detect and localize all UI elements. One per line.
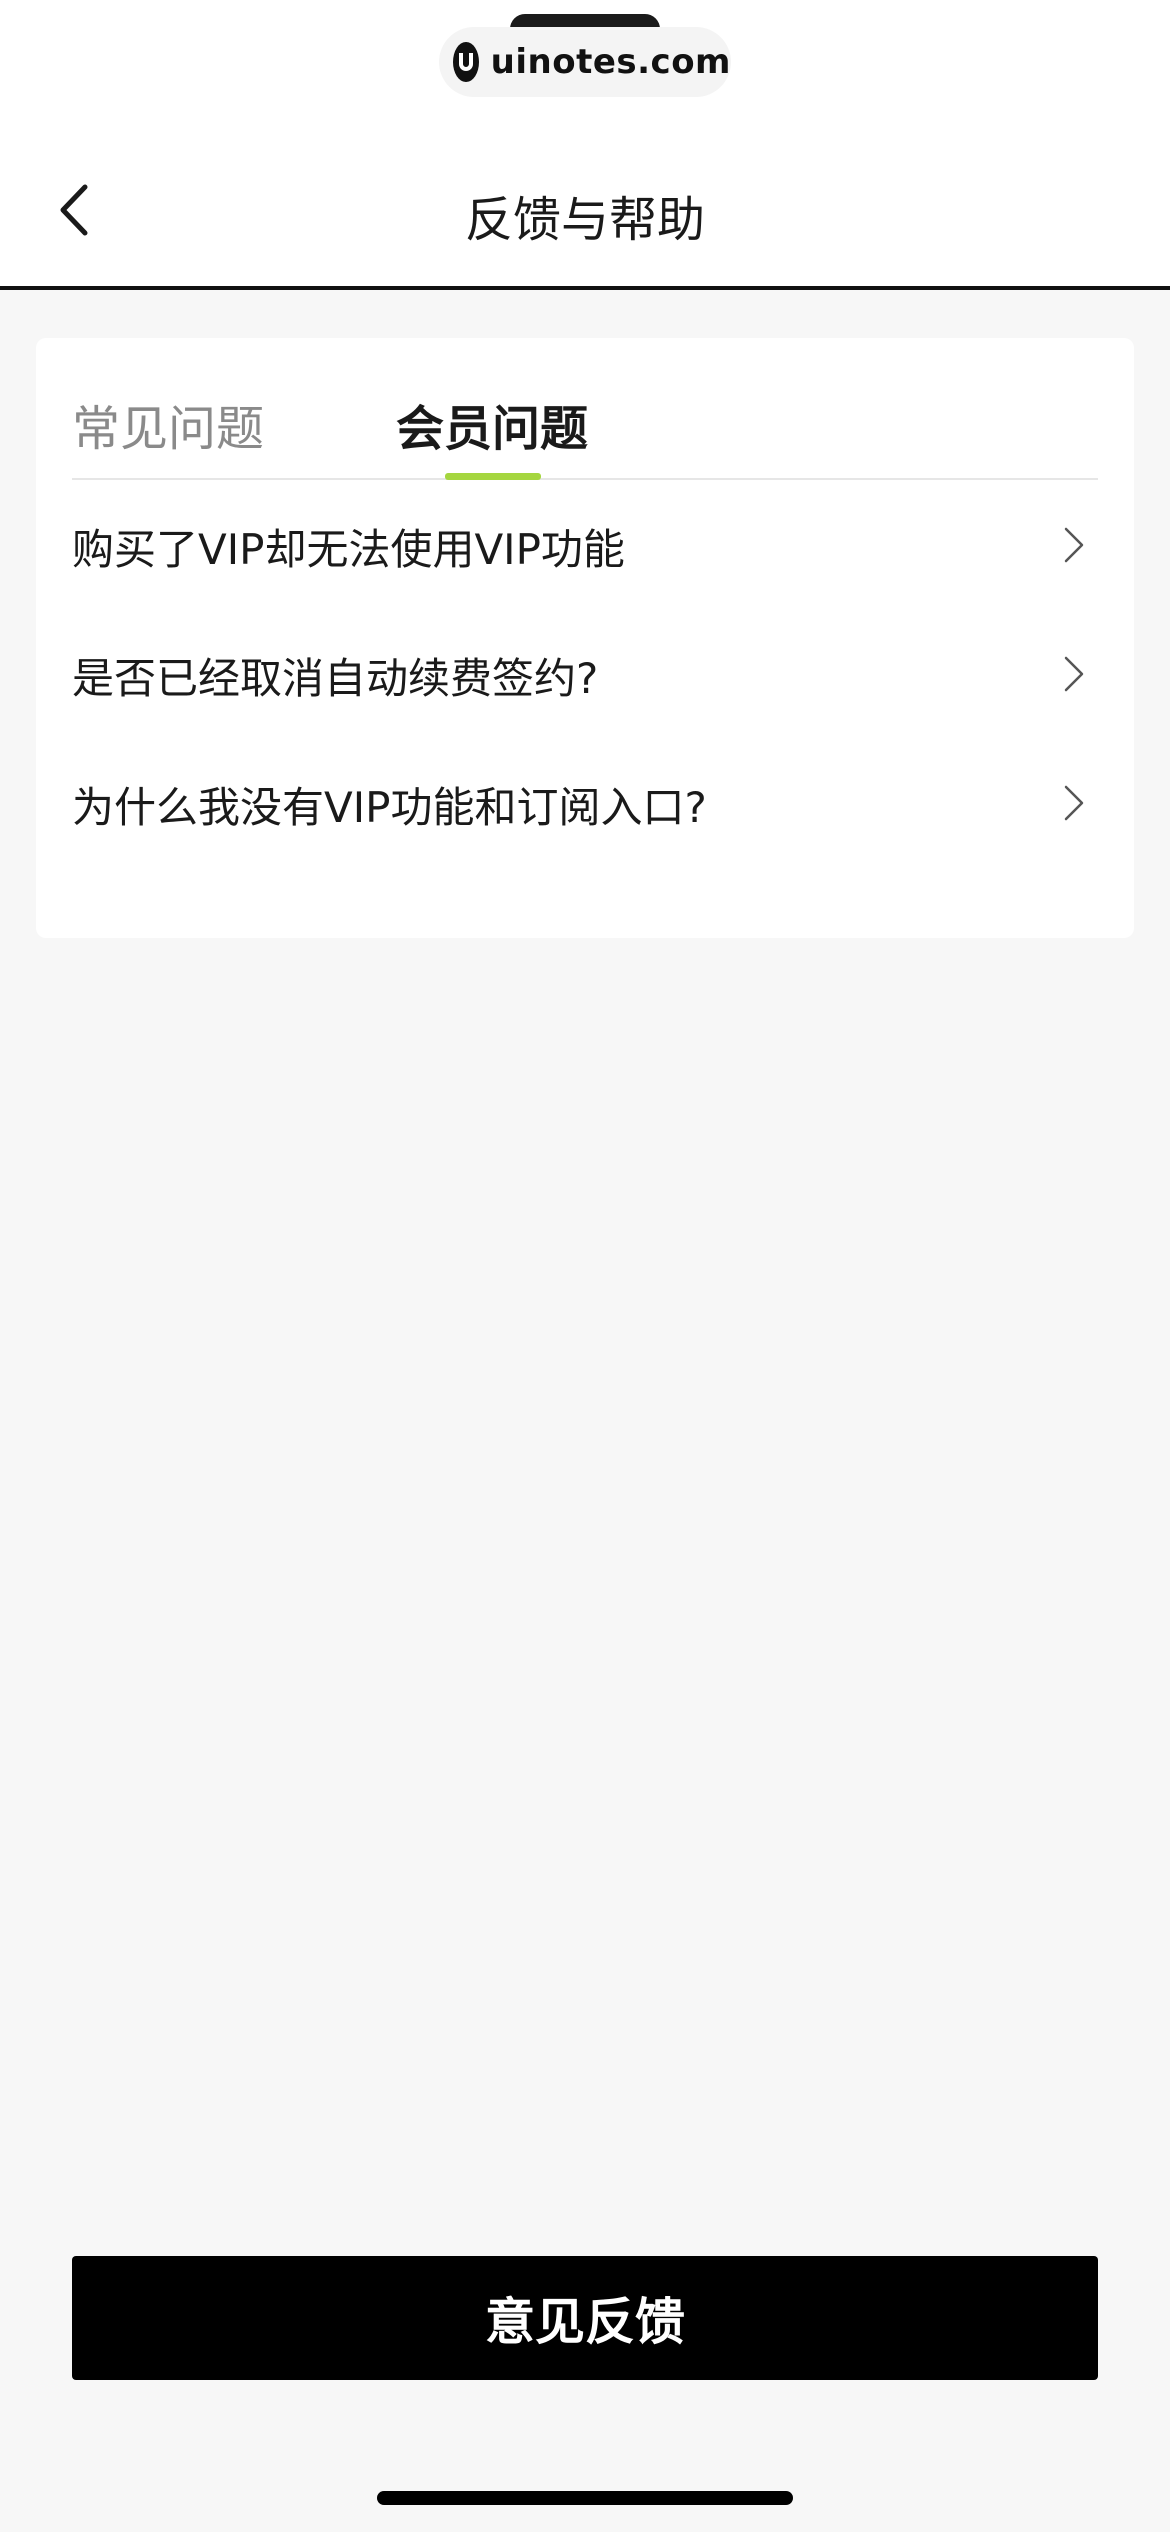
tab-common-questions[interactable]: 常见问题 xyxy=(72,389,264,459)
list-item[interactable]: 是否已经取消自动续费签约? xyxy=(36,609,1134,738)
watermark-text: uinotes.com xyxy=(490,42,731,82)
watermark-badge: uinotes.com xyxy=(439,27,731,97)
chevron-right-icon xyxy=(1064,656,1084,692)
tab-bar: 常见问题 会员问题 xyxy=(72,338,1098,480)
list-item[interactable]: 购买了VIP却无法使用VIP功能 xyxy=(36,480,1134,609)
feedback-button[interactable]: 意见反馈 xyxy=(72,2256,1098,2380)
home-indicator xyxy=(377,2491,793,2505)
status-bar: uinotes.com xyxy=(0,0,1170,145)
question-label: 是否已经取消自动续费签约? xyxy=(72,654,599,703)
page-title: 反馈与帮助 xyxy=(464,192,705,248)
chevron-right-icon xyxy=(1064,527,1084,563)
active-tab-indicator xyxy=(445,473,541,480)
question-label: 购买了VIP却无法使用VIP功能 xyxy=(72,525,625,574)
uinotes-logo-icon xyxy=(453,42,479,82)
list-item[interactable]: 为什么我没有VIP功能和订阅入口? xyxy=(36,738,1134,867)
question-list: 购买了VIP却无法使用VIP功能 是否已经取消自动续费签约? 为什么我没有VIP… xyxy=(36,480,1134,867)
question-label: 为什么我没有VIP功能和订阅入口? xyxy=(72,783,707,832)
tab-member-questions[interactable]: 会员问题 xyxy=(396,389,588,459)
navigation-bar: 反馈与帮助 xyxy=(0,145,1170,290)
chevron-right-icon xyxy=(1064,785,1084,821)
faq-card: 常见问题 会员问题 购买了VIP却无法使用VIP功能 是否已经取消自动续费签约?… xyxy=(36,338,1134,938)
